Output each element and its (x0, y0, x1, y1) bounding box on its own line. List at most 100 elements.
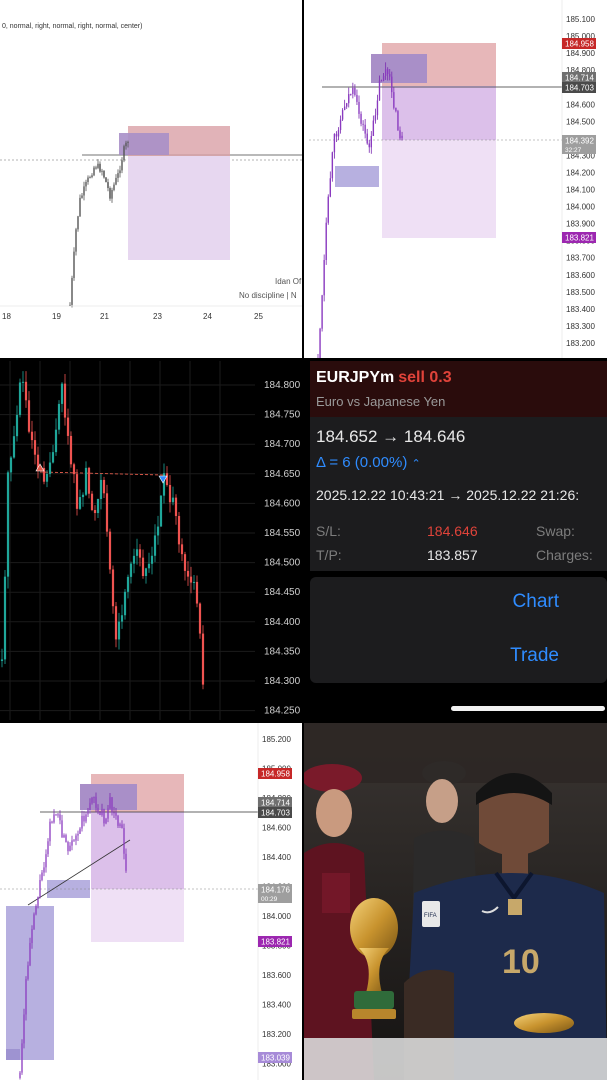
candle-body (57, 814, 59, 816)
price-tick-label: 184.000 (566, 203, 595, 212)
trade-card[interactable]: EURJPYm sell 0.3 Euro vs Japanese Yen 184… (310, 361, 607, 571)
chart-panel-dark[interactable]: 184.800 184.750 184.700 184.650 184.600 184.5… (0, 361, 304, 720)
candle-body (119, 170, 121, 174)
tp-price-tag-label: 183.821 (565, 234, 594, 243)
chart-panel-bottom-left[interactable]: 185.200185.000184.800184.600184.400184.2… (0, 723, 302, 1080)
candle-body (87, 467, 91, 494)
candle-body (147, 563, 151, 569)
price-tick-label: 183.600 (262, 971, 291, 980)
candle-body (189, 576, 193, 583)
candle-body (123, 146, 125, 161)
candle-body (65, 835, 67, 843)
candle-body (71, 277, 73, 305)
candle-body (368, 143, 370, 148)
take-profit-zone (91, 889, 184, 942)
bar-timer: 00:29 (261, 896, 278, 903)
candle-body (29, 942, 31, 966)
candle-body (93, 167, 95, 176)
candle-body (105, 818, 107, 824)
candle-body (95, 796, 97, 808)
candle-body (171, 497, 175, 503)
current-price-tag-label: 184.176 (261, 886, 290, 895)
candle-body (156, 526, 160, 536)
candle-body (103, 170, 105, 178)
demand-zone (335, 166, 379, 187)
candle-body (382, 75, 385, 81)
x-tick-label: 19 (52, 312, 61, 321)
price-tick-label: 184.800 (264, 380, 301, 391)
candle-body (89, 177, 91, 179)
candle-body (111, 797, 113, 813)
candle-body (23, 1014, 25, 1044)
candle-body (57, 403, 61, 430)
candle-body (192, 581, 196, 583)
candle-body (83, 186, 85, 196)
candle-body (129, 563, 133, 577)
take-profit-zone-near (91, 812, 184, 889)
candle-body (125, 142, 127, 147)
chart-canvas[interactable]: 184.800 184.750 184.700 184.650 184.600 184.5… (0, 361, 304, 720)
price-tick-label: 184.650 (264, 469, 301, 480)
x-tick-label: 21 (100, 312, 109, 321)
candle-body (372, 120, 375, 136)
candle-body (93, 510, 97, 514)
candle-body (25, 978, 27, 1015)
trade-button[interactable]: Trade (510, 645, 559, 667)
candle-body (63, 835, 65, 838)
golden-boot-icon (514, 1013, 574, 1033)
candle-body (15, 414, 19, 437)
candle-body (387, 69, 389, 75)
x-tick-label: 18 (2, 312, 11, 321)
candle-body (362, 123, 364, 125)
candle-body (96, 498, 100, 514)
candle-body (81, 494, 85, 498)
symbol-description: Euro vs Japanese Yen (316, 394, 446, 409)
candle-body (331, 152, 334, 179)
price-tick-label: 184.600 (262, 824, 291, 833)
candle-body (123, 828, 125, 854)
candle-body (81, 815, 83, 829)
jersey-number: 10 (502, 943, 540, 981)
entry-price-tag-2-label: 184.703 (261, 809, 290, 818)
price-range: 184.652 → 184.646 (316, 427, 466, 446)
chart-panel-top-left[interactable]: 0, normal, right, normal, right, normal,… (0, 0, 302, 358)
candle-body (45, 473, 49, 482)
watermark-subtext: No discipline | N (239, 291, 297, 300)
candle-body (339, 119, 342, 131)
candle-body (31, 928, 33, 943)
chart-canvas[interactable]: 185.200185.000184.800184.600184.400184.2… (0, 723, 302, 1080)
candle-body (9, 457, 13, 473)
home-indicator[interactable] (451, 706, 605, 711)
candle-body (117, 173, 119, 178)
candle-body (85, 814, 87, 822)
candle-body (0, 659, 4, 661)
chart-panel-top-right[interactable]: 185.100185.000184.900184.800184.700184.6… (304, 0, 607, 358)
candle-body (126, 576, 130, 592)
chart-button[interactable]: Chart (513, 591, 559, 613)
chart-canvas[interactable]: 185.100185.000184.900184.800184.700184.6… (304, 0, 607, 358)
price-tick-label: 184.900 (566, 49, 595, 58)
price-tick-label: 184.100 (566, 186, 595, 195)
charges-label: Charges: (536, 547, 593, 563)
crest-icon (508, 899, 522, 915)
candle-body (141, 557, 145, 577)
candle-body (48, 462, 52, 474)
candle-body (121, 160, 123, 171)
chart-canvas[interactable]: 0, normal, right, normal, right, normal,… (0, 0, 302, 358)
candle-body (90, 493, 94, 511)
candle-body (107, 182, 109, 189)
candle-body (201, 633, 205, 685)
candle-body (111, 189, 113, 199)
candle-body (401, 135, 403, 139)
candle-body (35, 905, 37, 915)
candle-body (79, 197, 81, 217)
take-profit-zone (128, 156, 230, 260)
entry-price-tag-label: 184.714 (261, 799, 290, 808)
sl-value: 184.646 (427, 523, 478, 539)
price-axis: 185.100185.000184.900184.800184.700184.6… (566, 15, 595, 348)
candle-body (333, 133, 336, 153)
candle-body (319, 328, 321, 358)
x-tick-label: 24 (203, 312, 212, 321)
candle-body (111, 569, 115, 607)
candle-body (75, 835, 77, 841)
